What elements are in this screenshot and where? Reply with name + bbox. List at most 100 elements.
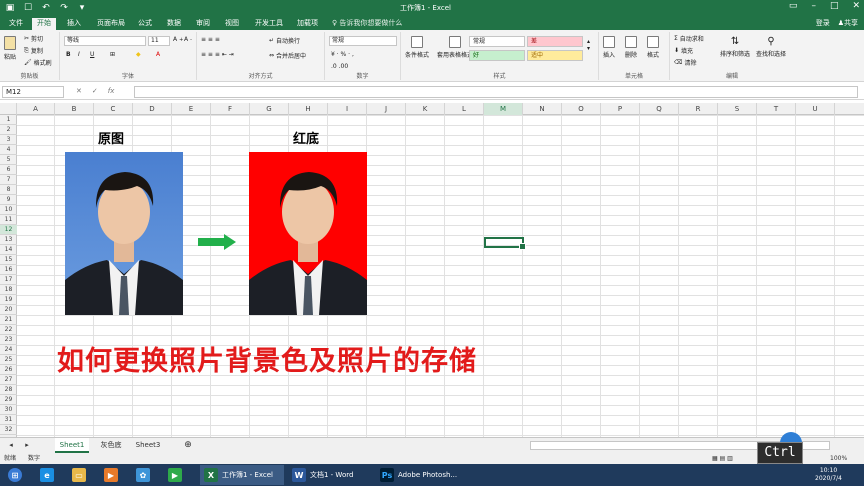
formula-input[interactable] <box>134 86 858 98</box>
merge-center-button[interactable]: ⇔ 合并后居中 <box>269 51 306 60</box>
font-size-combo[interactable]: 11 <box>148 36 170 46</box>
photo-red-background[interactable] <box>249 152 367 315</box>
column-header[interactable]: D <box>133 103 172 115</box>
styles-scroll-icon[interactable]: ▴ ▾ <box>587 38 590 52</box>
row-header[interactable]: 1 <box>0 115 17 125</box>
active-cell-selection[interactable] <box>484 237 526 250</box>
tab-view[interactable]: 视图 <box>220 18 244 30</box>
row-header[interactable]: 22 <box>0 325 17 335</box>
customize-icon[interactable]: ▾ <box>76 2 88 14</box>
tab-addins[interactable]: 加载项 <box>292 18 323 30</box>
row-header[interactable]: 26 <box>0 365 17 375</box>
font-name-combo[interactable]: 等线 <box>64 36 146 46</box>
view-icons[interactable]: ▦ ▤ ▥ <box>712 453 733 464</box>
close-icon[interactable]: ✕ <box>852 1 860 11</box>
format-as-table-button[interactable]: 套用表格格式 <box>437 36 473 59</box>
row-header[interactable]: 21 <box>0 315 17 325</box>
taskbar-clock[interactable]: 10:10 2020/7/4 <box>815 467 842 483</box>
tab-review[interactable]: 审阅 <box>191 18 215 30</box>
style-good[interactable]: 好 <box>469 50 525 61</box>
column-header[interactable]: H <box>289 103 328 115</box>
column-header[interactable]: K <box>406 103 445 115</box>
align-left-icon[interactable]: ≡ ≡ ≡ ⇤ ⇥ <box>201 51 234 58</box>
copy-button[interactable]: ⎘ 复制 <box>24 46 43 56</box>
column-header[interactable]: O <box>562 103 601 115</box>
column-header[interactable]: T <box>757 103 796 115</box>
font-color-icon[interactable]: A <box>156 51 160 58</box>
undo-icon[interactable]: ↶ <box>40 2 52 14</box>
column-header[interactable]: M <box>484 103 523 115</box>
row-header[interactable]: 11 <box>0 215 17 225</box>
row-header[interactable]: 16 <box>0 265 17 275</box>
shrink-font-button[interactable]: A- <box>184 36 192 43</box>
column-header[interactable]: P <box>601 103 640 115</box>
row-header[interactable]: 19 <box>0 295 17 305</box>
tab-home[interactable]: 开始 <box>32 18 56 30</box>
maximize-icon[interactable]: □ <box>830 1 839 11</box>
column-header[interactable]: J <box>367 103 406 115</box>
row-header[interactable]: 28 <box>0 385 17 395</box>
row-header[interactable]: 24 <box>0 345 17 355</box>
style-neutral[interactable]: 适中 <box>527 50 583 61</box>
format-cells-button[interactable]: 格式 <box>647 36 659 59</box>
column-header[interactable]: G <box>250 103 289 115</box>
save-icon[interactable]: ▣ <box>4 2 16 14</box>
insert-cells-button[interactable]: 插入 <box>603 36 615 59</box>
fill-color-icon[interactable]: ◆ <box>136 51 141 58</box>
underline-button[interactable]: U <box>90 51 94 58</box>
tab-page-layout[interactable]: 页面布局 <box>92 18 130 30</box>
scroll-right-icon[interactable]: ▸ <box>20 438 34 453</box>
bold-button[interactable]: B <box>66 51 71 58</box>
row-header[interactable]: 5 <box>0 155 17 165</box>
row-header[interactable]: 10 <box>0 205 17 215</box>
enter-icon[interactable]: ✓ <box>92 87 98 95</box>
paste-button[interactable]: 粘贴 <box>4 36 16 61</box>
row-header[interactable]: 23 <box>0 335 17 345</box>
column-header[interactable]: I <box>328 103 367 115</box>
row-header[interactable]: 32 <box>0 425 17 435</box>
row-header[interactable]: 2 <box>0 125 17 135</box>
row-header[interactable]: 31 <box>0 415 17 425</box>
tab-insert[interactable]: 插入 <box>62 18 86 30</box>
conditional-format-button[interactable]: 条件格式 <box>405 36 429 59</box>
currency-icon[interactable]: ¥ · % · , <box>331 51 354 58</box>
find-select-button[interactable]: ⚲ 查找和选择 <box>756 36 786 58</box>
cut-button[interactable]: ✂ 剪切 <box>24 34 43 43</box>
grow-font-button[interactable]: A + <box>173 36 183 43</box>
taskbar-ie[interactable]: e <box>36 465 54 485</box>
column-header[interactable]: R <box>679 103 718 115</box>
row-header[interactable]: 7 <box>0 175 17 185</box>
select-all-corner[interactable] <box>0 103 17 115</box>
row-header[interactable]: 27 <box>0 375 17 385</box>
delete-cells-button[interactable]: 删除 <box>625 36 637 59</box>
tab-file[interactable]: 文件 <box>4 18 28 30</box>
style-normal[interactable]: 常规 <box>469 36 525 47</box>
fill-button[interactable]: ⬇ 填充 <box>674 46 693 55</box>
row-header[interactable]: 17 <box>0 275 17 285</box>
row-header[interactable]: 20 <box>0 305 17 315</box>
tab-formulas[interactable]: 公式 <box>133 18 157 30</box>
taskbar-excel[interactable]: X 工作簿1 - Excel <box>200 465 284 485</box>
column-header[interactable]: Q <box>640 103 679 115</box>
autosum-button[interactable]: Σ 自动求和 <box>674 34 704 43</box>
row-header[interactable]: 14 <box>0 245 17 255</box>
tell-me-box[interactable]: ♀ 告诉我你想要做什么 <box>332 18 402 28</box>
border-icon[interactable]: ⊞ <box>110 51 115 58</box>
column-header[interactable]: C <box>94 103 133 115</box>
zoom-level[interactable]: 100% <box>830 453 847 464</box>
tab-data[interactable]: 数据 <box>162 18 186 30</box>
taskbar-media[interactable]: ▶ <box>100 465 118 485</box>
wrap-text-button[interactable]: ↵ 自动换行 <box>269 36 300 45</box>
sheet-tab-gray[interactable]: 灰色底 <box>94 438 128 453</box>
row-header[interactable]: 6 <box>0 165 17 175</box>
column-header[interactable]: U <box>796 103 835 115</box>
taskbar-player[interactable]: ▶ <box>164 465 182 485</box>
row-header[interactable]: 13 <box>0 235 17 245</box>
column-header[interactable]: S <box>718 103 757 115</box>
style-bad[interactable]: 差 <box>527 36 583 47</box>
column-header[interactable]: E <box>172 103 211 115</box>
ribbon-options-icon[interactable]: ▭ <box>789 1 798 11</box>
minimize-icon[interactable]: – <box>811 1 816 11</box>
row-header[interactable]: 3 <box>0 135 17 145</box>
clear-button[interactable]: ⌫ 清除 <box>674 58 697 67</box>
